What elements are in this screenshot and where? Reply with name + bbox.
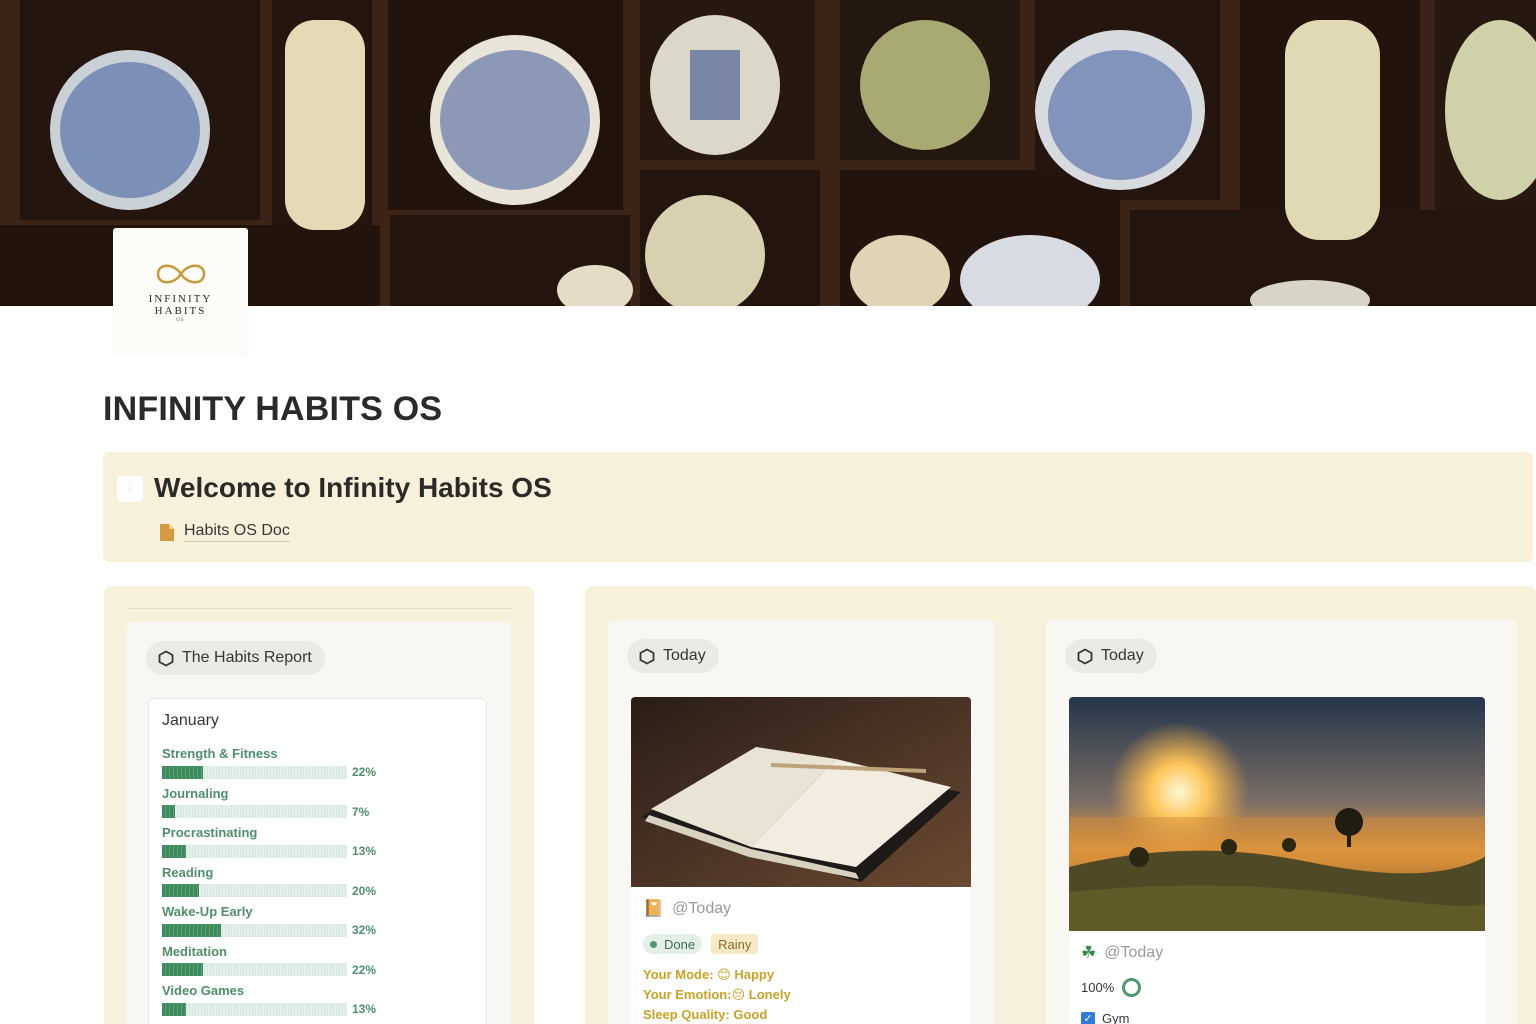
journal-date-row: 📔 @Today (643, 899, 731, 919)
habit-bar-row: 20% (162, 884, 376, 898)
page-icon-logo[interactable]: INFINITY HABITS OS (113, 228, 248, 353)
sunrise-landscape-illustration (1069, 697, 1485, 931)
notebook-photo[interactable] (631, 697, 971, 887)
habit-progress-fill (162, 963, 203, 976)
emotion-label: Your Emotion: (643, 987, 732, 1002)
status-label: Done (664, 936, 696, 952)
habit-progress-fill (162, 1002, 186, 1016)
journal-today-view-tab[interactable]: Today (627, 639, 719, 673)
emotion-line: Your Emotion:😔 Lonely (643, 987, 791, 1003)
habit-row: Strength & Fitness 22% (162, 746, 376, 779)
open-notebook-illustration (631, 697, 971, 887)
weather-badge[interactable]: Rainy (711, 934, 759, 954)
habit-progress: 100% (1081, 978, 1142, 997)
sleep-value: Good (733, 1007, 768, 1022)
habits-report-table[interactable]: January Strength & Fitness 22% Journaling 7… (148, 698, 487, 1024)
habits-report-tab-label: The Habits Report (182, 649, 312, 666)
emotion-value: Lonely (748, 987, 791, 1002)
habit-percent: 13% (352, 844, 377, 858)
habit-bar-row: 13% (162, 844, 376, 858)
gym-checkbox-row[interactable]: ✓ Gym (1081, 1011, 1129, 1024)
journal-emoji-icon: 📔 (643, 899, 665, 918)
mode-label: Your Mode: (643, 967, 714, 982)
hexagon-icon (158, 649, 174, 667)
hexagon-icon (639, 647, 655, 665)
habit-progress-bar (162, 923, 347, 937)
habit-name: Meditation (162, 943, 227, 959)
habit-today-view-tab[interactable]: Today (1065, 639, 1157, 673)
habit-name: Reading (162, 864, 214, 880)
habit-bar-row: 22% (162, 963, 376, 977)
habit-progress-fill (162, 923, 221, 937)
habit-percent: 13% (352, 1002, 377, 1016)
logo-text-habits: HABITS (154, 304, 207, 317)
habit-bar-row: 32% (162, 923, 376, 937)
habit-tab-label: Today (1101, 647, 1144, 664)
sleep-line: Sleep Quality: Good (643, 1007, 767, 1022)
habit-bar-row: 13% (162, 1002, 376, 1016)
habit-date: @Today (1104, 944, 1164, 961)
habit-name: Strength & Fitness (162, 746, 278, 761)
journal-tab-label: Today (663, 647, 706, 664)
habit-row: Wake-Up Early 32% (162, 904, 376, 937)
habits-report-view-tab[interactable]: The Habits Report (146, 641, 325, 675)
mode-emoji-icon: 😊 (717, 967, 731, 982)
habit-progress-label: 100% (1081, 980, 1115, 995)
habit-bar-row: 7% (162, 805, 369, 819)
mode-value: Happy (734, 967, 775, 982)
progress-ring-icon (1122, 978, 1142, 997)
journal-tags: Done Rainy (643, 934, 759, 954)
habit-progress-bar (162, 1002, 347, 1016)
report-month: January (162, 712, 219, 729)
sleep-label: Sleep Quality: (643, 1007, 730, 1022)
gym-checkbox[interactable]: ✓ (1081, 1011, 1095, 1024)
hexagon-icon (1077, 647, 1093, 665)
habit-row: Video Games 13% (162, 983, 376, 1016)
page-emoji-icon[interactable]: ◌ (117, 476, 143, 502)
welcome-heading: Welcome to Infinity Habits OS (154, 472, 552, 503)
habit-row: Meditation 22% (162, 943, 376, 977)
gym-label: Gym (1102, 1011, 1130, 1024)
habit-percent: 7% (352, 804, 370, 819)
logo-text-os: OS (176, 317, 185, 323)
infinity-loop-icon (156, 264, 205, 283)
sunrise-photo[interactable] (1069, 697, 1485, 931)
page-title: INFINITY HABITS OS (103, 390, 443, 428)
habit-progress-fill (162, 765, 203, 779)
habit-name: Wake-Up Early (162, 904, 253, 919)
status-badge[interactable]: Done (643, 934, 703, 954)
habit-name: Video Games (162, 983, 245, 998)
habit-progress-bar (162, 963, 347, 976)
habit-percent: 22% (352, 765, 377, 779)
habits-os-doc-link[interactable]: Habits OS Doc (159, 522, 290, 542)
habit-name: Procrastinating (162, 825, 258, 840)
habit-row: Reading 20% (162, 864, 376, 898)
habit-progress-bar (162, 884, 347, 897)
status-dot-icon (650, 940, 657, 948)
habit-progress-bar (162, 844, 347, 858)
four-leaf-clover-icon: ☘ (1081, 943, 1097, 962)
habit-percent: 32% (352, 923, 377, 937)
habit-progress-fill (162, 884, 199, 897)
document-icon (160, 523, 174, 541)
habit-progress-bar (162, 805, 347, 818)
habit-bar-row: 22% (162, 765, 376, 779)
habit-name: Journaling (162, 785, 229, 801)
logo-text-infinity: INFINITY (148, 292, 213, 305)
emotion-emoji-icon: 😔 (731, 987, 746, 1002)
mode-line: Your Mode: 😊 Happy (643, 967, 774, 983)
journal-date: @Today (672, 900, 732, 917)
panel-divider (128, 608, 512, 609)
doc-link-label: Habits OS Doc (184, 522, 290, 542)
habit-progress-fill (162, 844, 186, 858)
habit-progress-fill (162, 805, 175, 818)
welcome-callout: ◌ Welcome to Infinity Habits OS Habits O… (103, 452, 1533, 562)
habit-percent: 22% (352, 962, 377, 977)
habit-row: Journaling 7% (162, 785, 369, 819)
habit-date-row: ☘ @Today (1081, 943, 1163, 963)
habit-row: Procrastinating 13% (162, 825, 376, 858)
habit-percent: 20% (352, 883, 377, 898)
habit-progress-bar (162, 765, 347, 779)
